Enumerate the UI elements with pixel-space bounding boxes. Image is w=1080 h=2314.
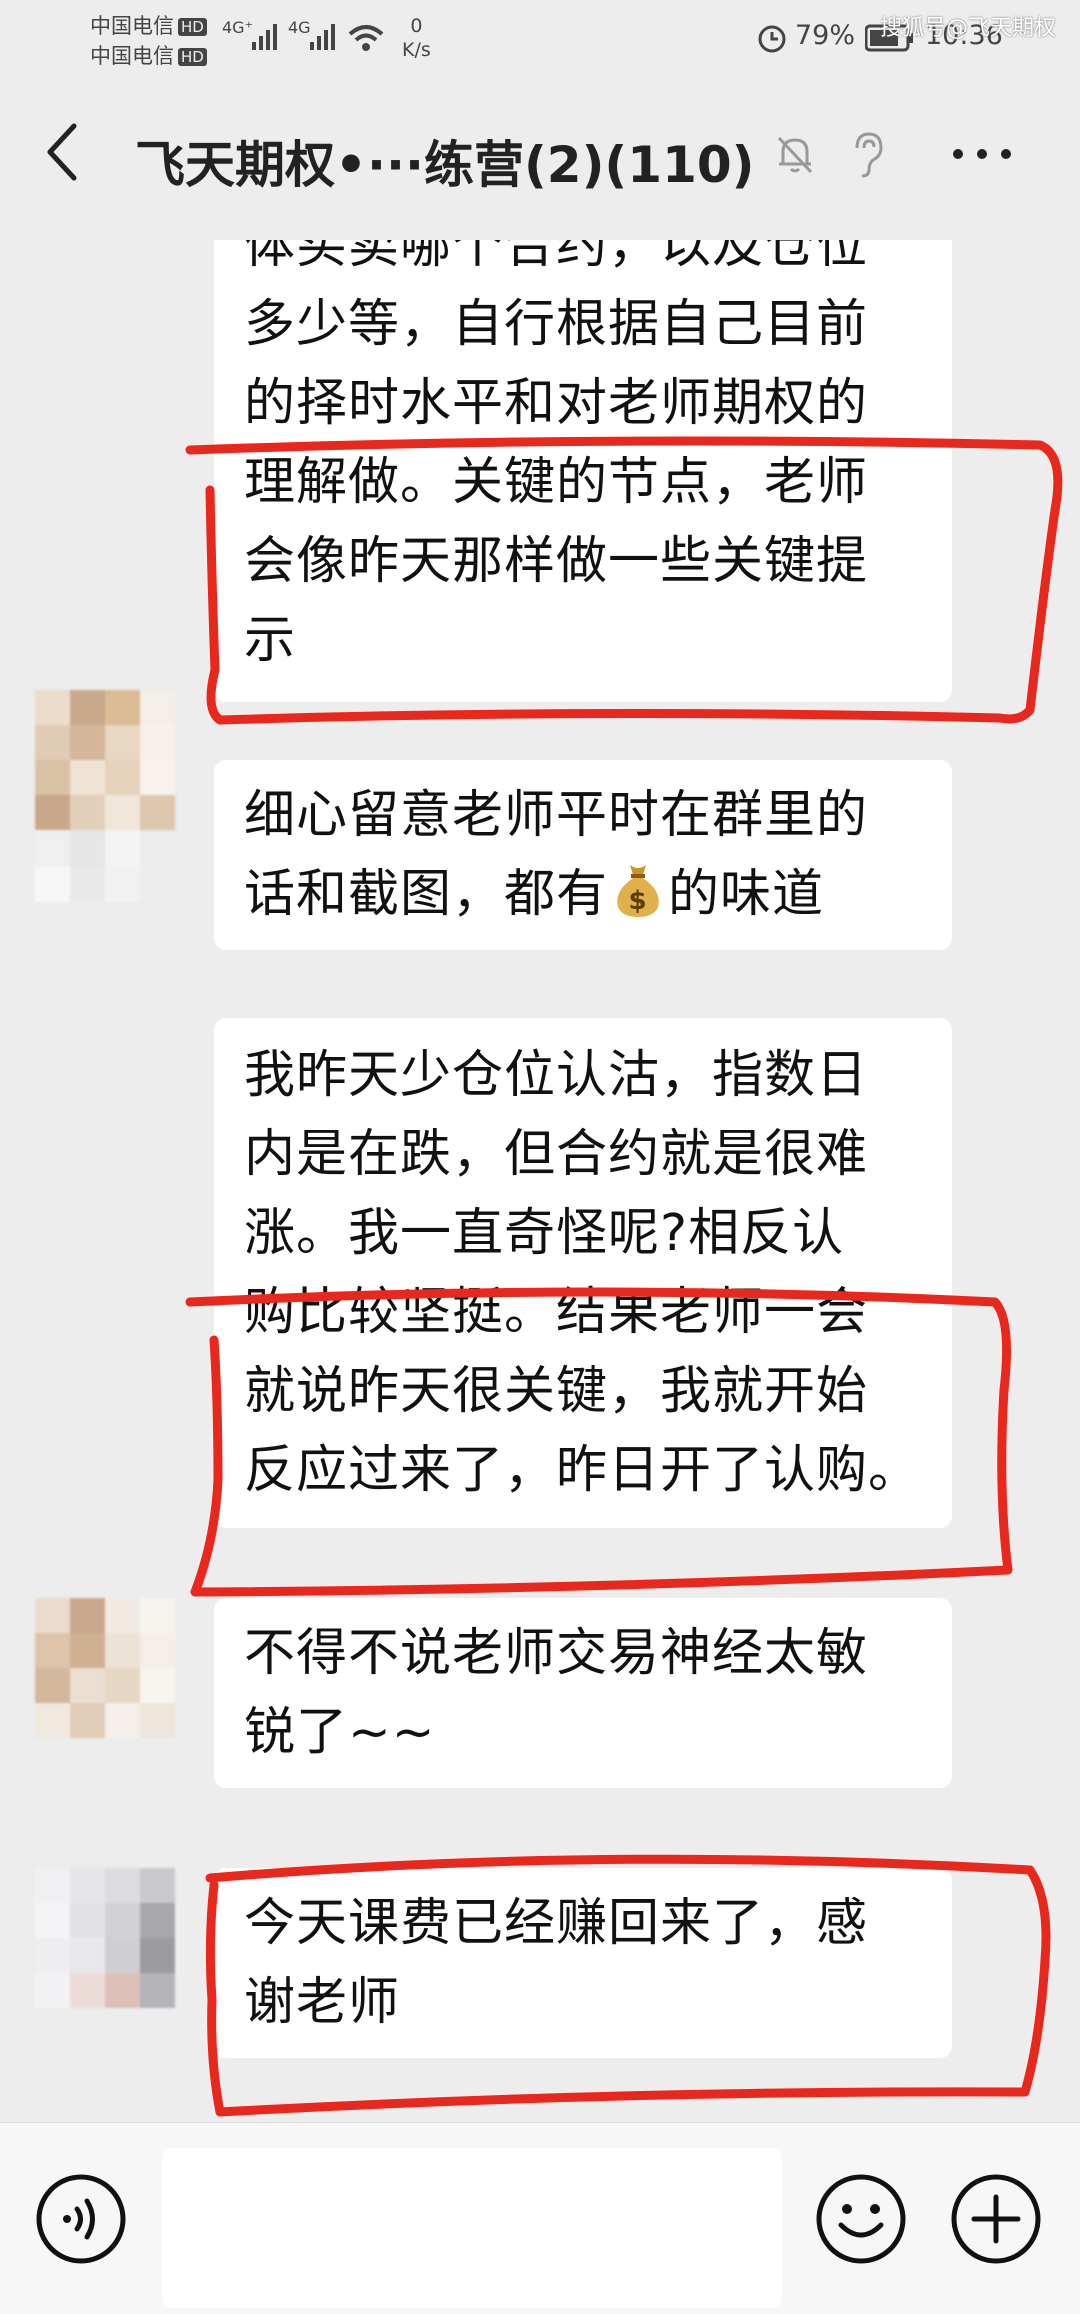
emoji-icon[interactable] — [815, 2173, 907, 2265]
message-line: 会像昨天那样做一些关键提 — [244, 532, 869, 591]
message-bubble[interactable]: 体买卖哪个合约，以及仓位 多少等，自行根据自己目前 的择时水平和对老师期权的 理… — [214, 240, 952, 702]
input-bar — [0, 2122, 1080, 2314]
battery-percent: 79% — [795, 20, 856, 51]
svg-text:$: $ — [628, 886, 647, 916]
message-line: 不得不说老师交易神经太敏 — [244, 1624, 869, 1683]
back-arrow-icon[interactable] — [42, 122, 82, 182]
plus-icon[interactable] — [950, 2173, 1042, 2265]
signal-icon — [252, 24, 277, 50]
status-bar: 中国电信 HD 中国电信 HD 4G⁺ 4G 0 K/s 79% 10:36 搜狐号@… — [0, 0, 1080, 70]
message-line: 我昨天少仓位认沽，指数日 — [244, 1046, 869, 1105]
message-line: 的择时水平和对老师期权的 — [244, 374, 869, 433]
message-line: 购比较坚挺。结果老师一会 — [244, 1283, 869, 1342]
message-input[interactable] — [162, 2148, 782, 2308]
message-line: 谢老师 — [244, 1973, 401, 2032]
message-list[interactable]: 体买卖哪个合约，以及仓位 多少等，自行根据自己目前 的择时水平和对老师期权的 理… — [0, 240, 1080, 2122]
message-line: 涨。我一直奇怪呢?相反认 — [244, 1204, 845, 1263]
carrier-2: 中国电信 HD — [90, 40, 207, 70]
avatar[interactable] — [35, 1868, 175, 2008]
earpiece-mode-icon — [855, 132, 883, 178]
message-line: 反应过来了，昨日开了认购。 — [244, 1441, 921, 1500]
message-bubble[interactable]: 不得不说老师交易神经太敏 锐了~~ — [214, 1598, 952, 1788]
net-speed: 0 K/s — [402, 15, 431, 61]
mute-bell-icon — [777, 136, 813, 174]
chat-header: 飞天期权•···练营(2)(110) — [0, 70, 1080, 240]
avatar[interactable] — [35, 690, 175, 830]
signal-icon-2 — [310, 24, 335, 50]
message-line: 多少等，自行根据自己目前 — [244, 295, 869, 354]
voice-input-icon[interactable] — [35, 2173, 127, 2265]
message-bubble[interactable]: 我昨天少仓位认沽，指数日 内是在跌，但合约就是很难 涨。我一直奇怪呢?相反认 购… — [214, 1018, 952, 1528]
message-bubble[interactable]: 细心留意老师平时在群里的 话和截图，都有 $ 的味道 — [214, 760, 952, 950]
message-text: 的味道 — [668, 865, 825, 924]
watermark: 搜狐号@飞天期权 — [880, 16, 1057, 41]
signal-label-1: 4G⁺ — [222, 18, 254, 37]
wifi-icon — [348, 25, 384, 51]
more-options-icon[interactable] — [950, 142, 1014, 166]
alarm-icon — [758, 25, 786, 53]
message-bubble[interactable]: 今天课费已经赚回来了，感 谢老师 — [214, 1868, 952, 2058]
message-line: 示 — [244, 611, 297, 670]
message-line: 锐了~~ — [244, 1703, 436, 1762]
message-line: 今天课费已经赚回来了，感 — [244, 1894, 869, 1953]
message-line: 内是在跌，但合约就是很难 — [244, 1125, 869, 1184]
message-line: 细心留意老师平时在群里的 — [244, 786, 869, 845]
message-line: 话和截图，都有 $ 的味道 — [244, 855, 922, 934]
message-line: 理解做。关键的节点，老师 — [244, 453, 869, 512]
message-line: 就说昨天很关键，我就开始 — [244, 1362, 869, 1421]
money-bag-icon: $ — [617, 865, 659, 917]
avatar[interactable] — [35, 1598, 175, 1738]
carrier-1: 中国电信 HD — [90, 10, 207, 40]
message-text: 话和截图，都有 — [244, 865, 609, 924]
chat-title: 飞天期权•···练营(2)(110) — [135, 136, 755, 194]
message-line: 体买卖哪个合约，以及仓位 — [244, 240, 869, 275]
